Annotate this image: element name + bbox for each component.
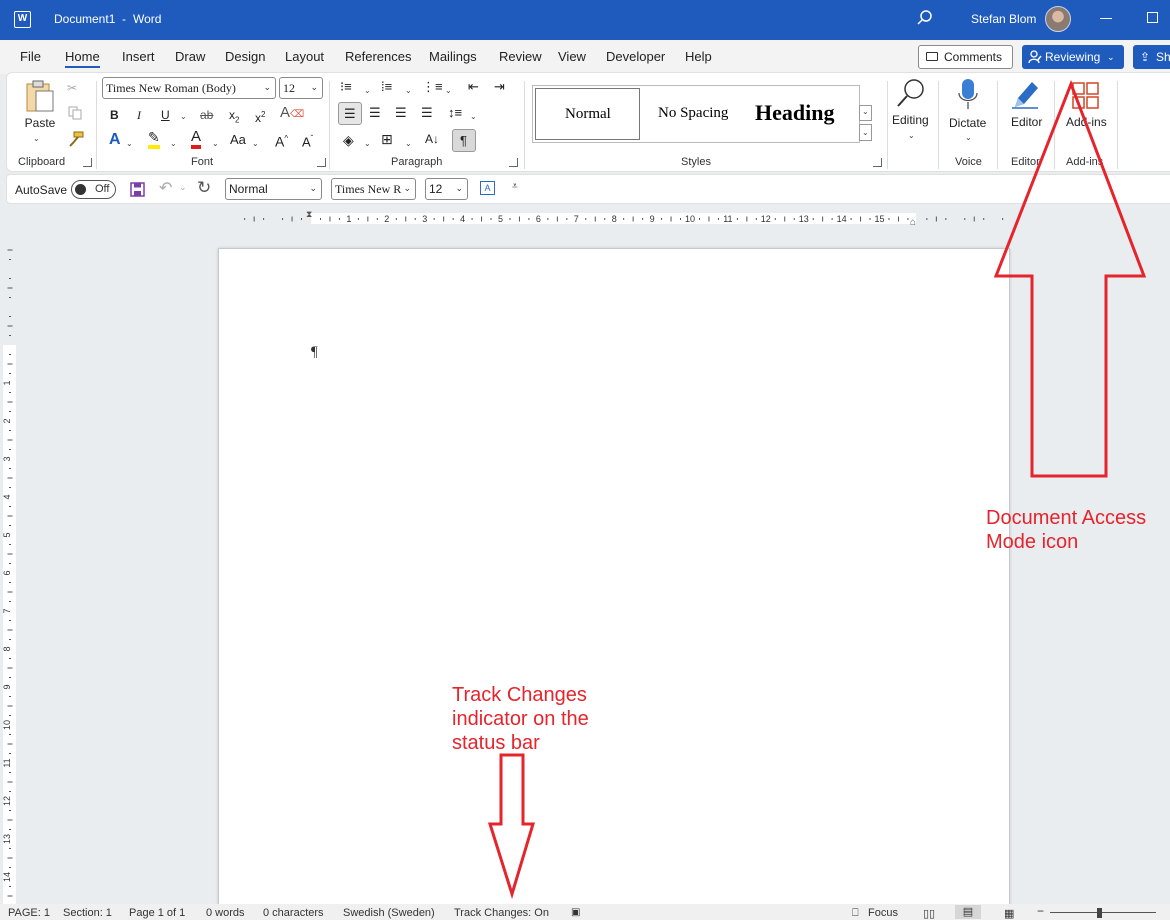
zoom-slider[interactable] [1050,912,1156,913]
annotation-line: status bar [452,732,540,754]
track-changes-annotation: Track Changes indicator on the status ba… [452,683,589,755]
annotation-line: indicator on the [452,708,589,730]
status-bar: PAGE: 1 Section: 1 Page 1 of 1 0 words 0… [0,904,1170,920]
doc-access-arrow [993,79,1147,478]
annotation-line: Mode icon [986,531,1079,553]
web-layout-icon[interactable]: ▦ [1004,907,1014,920]
zoom-out-icon[interactable]: − [1037,904,1044,918]
track-changes-arrow [487,753,536,900]
status-section[interactable]: Section: 1 [63,907,112,919]
status-page-of[interactable]: Page 1 of 1 [129,907,185,919]
annotation-line: Document Access [986,507,1147,529]
status-track-changes[interactable]: Track Changes: On [454,907,549,919]
read-mode-icon[interactable]: ▯▯ [923,907,935,920]
annotation-arrows [487,79,1147,900]
doc-access-annotation: Document Access Mode icon [986,506,1146,554]
print-layout-icon[interactable]: ▤ [955,905,981,919]
status-language[interactable]: Swedish (Sweden) [343,907,435,919]
focus-icon[interactable]: ⎕ [852,907,859,920]
annotation-line: Track Changes [452,684,587,706]
zoom-slider-thumb[interactable] [1097,908,1102,918]
accessibility-icon[interactable]: ▣ [571,907,580,918]
status-page[interactable]: PAGE: 1 [8,907,50,919]
focus-button[interactable]: Focus [868,907,898,919]
status-words[interactable]: 0 words [206,907,245,919]
status-characters[interactable]: 0 characters [263,907,324,919]
